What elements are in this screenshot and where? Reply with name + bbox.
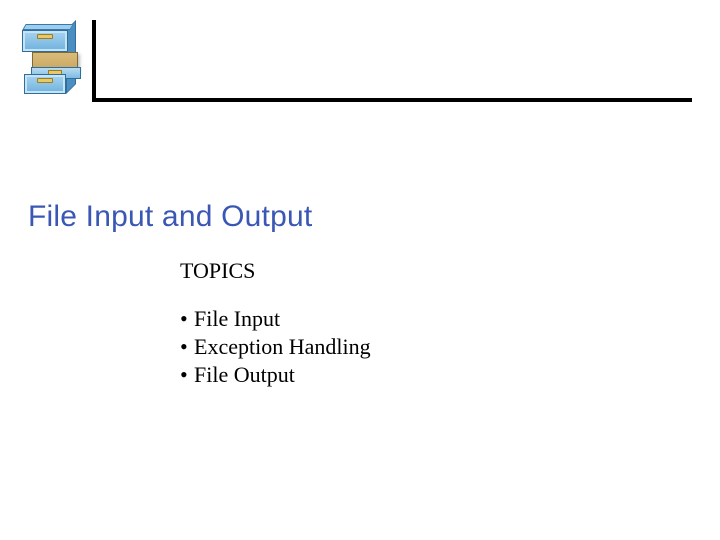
topics-list: •File Input •Exception Handling •File Ou… bbox=[180, 305, 371, 389]
topics-heading: TOPICS bbox=[180, 258, 255, 284]
slide-title: File Input and Output bbox=[28, 200, 312, 234]
list-item-label: Exception Handling bbox=[194, 334, 371, 359]
slide: File Input and Output TOPICS •File Input… bbox=[0, 0, 720, 540]
slide-header bbox=[0, 10, 720, 90]
list-item-label: File Input bbox=[194, 306, 280, 331]
list-item-label: File Output bbox=[194, 362, 295, 387]
bullet-icon: • bbox=[180, 361, 194, 389]
list-item: •File Input bbox=[180, 305, 371, 333]
header-vertical-rule bbox=[92, 20, 96, 100]
header-horizontal-rule bbox=[92, 98, 692, 102]
bullet-icon: • bbox=[180, 333, 194, 361]
file-cabinet-icon bbox=[18, 24, 76, 98]
list-item: •File Output bbox=[180, 361, 371, 389]
bullet-icon: • bbox=[180, 305, 194, 333]
list-item: •Exception Handling bbox=[180, 333, 371, 361]
